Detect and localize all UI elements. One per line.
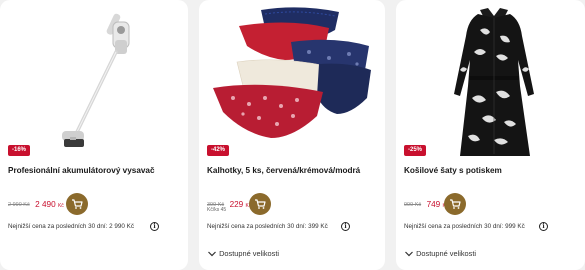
product-card[interactable]: -42% Kalhotky, 5 ks, červená/krémová/mod… — [199, 0, 385, 270]
info-icon[interactable]: i — [341, 222, 350, 231]
discount-badge: -16% — [8, 145, 31, 156]
lowest-price-note: Nejnižší cena za posledních 30 dní: 399 … — [207, 223, 328, 230]
available-sizes-label: Dostupné velikosti — [219, 249, 280, 258]
panties-stack-icon — [213, 7, 371, 138]
cordless-vacuum-icon — [62, 13, 130, 147]
currency: Kč — [57, 203, 64, 210]
cart-icon — [255, 199, 266, 209]
chevron-down-icon — [208, 251, 216, 257]
discount-badge: -42% — [207, 145, 230, 156]
current-price-value: 2 490 — [35, 200, 56, 210]
product-title[interactable]: Košilové šaty s potiskem — [404, 166, 579, 175]
product-card[interactable]: -16% Profesionální akumulátorový vysavač… — [0, 0, 188, 270]
current-price: 2 490 Kč — [35, 200, 64, 209]
add-to-cart-button[interactable] — [66, 193, 88, 215]
product-image[interactable] — [396, 0, 585, 158]
cart-icon — [72, 199, 83, 209]
product-title[interactable]: Profesionální akumulátorový vysavač — [8, 166, 182, 175]
product-image[interactable] — [199, 0, 385, 158]
add-to-cart-button[interactable] — [444, 193, 466, 215]
current-price-value: 749 — [426, 200, 441, 210]
product-image[interactable] — [0, 0, 188, 158]
current-price-value: 229 — [229, 200, 244, 210]
product-title[interactable]: Kalhotky, 5 ks, červená/krémová/modrá — [207, 166, 379, 175]
chevron-down-icon — [405, 251, 413, 257]
product-card[interactable]: -25% Košilové šaty s potiskem 999 Kč 749… — [396, 0, 585, 270]
add-to-cart-button[interactable] — [249, 193, 271, 215]
old-price: 999 Kč — [404, 201, 422, 208]
cart-icon — [450, 199, 461, 209]
price-row: 2 990 Kč 2 490 Kč — [8, 196, 64, 212]
lowest-price-note: Nejnižší cena za posledních 30 dní: 2 99… — [8, 223, 135, 230]
old-price: 2 990 Kč — [8, 201, 30, 208]
available-sizes-toggle[interactable]: Dostupné velikosti — [404, 249, 476, 258]
unit-price: Kč/ks 45 — [207, 207, 227, 213]
printed-shirt-dress-icon — [454, 8, 534, 156]
price-row: 999 Kč 749 Kč — [404, 196, 448, 212]
info-icon[interactable]: i — [150, 222, 159, 231]
available-sizes-toggle[interactable]: Dostupné velikosti — [207, 249, 279, 258]
info-icon[interactable]: i — [539, 222, 548, 231]
discount-badge: -25% — [404, 145, 427, 156]
lowest-price-note: Nejnižší cena za posledních 30 dní: 999 … — [404, 223, 525, 230]
available-sizes-label: Dostupné velikosti — [416, 249, 477, 258]
